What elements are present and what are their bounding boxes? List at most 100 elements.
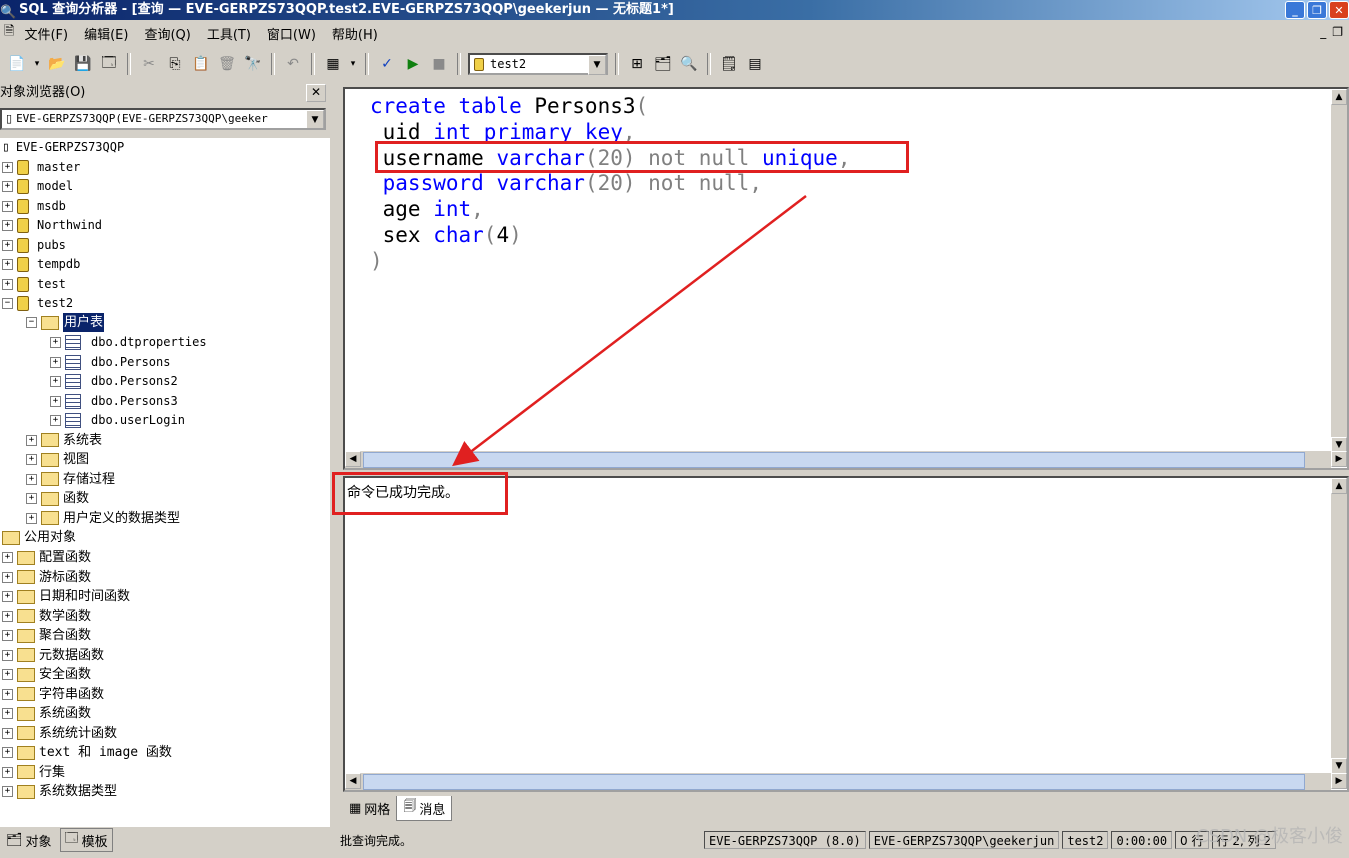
- scroll-down-icon[interactable]: ▼: [1331, 758, 1347, 774]
- object-browser-toggle-icon[interactable]: 🗂: [652, 53, 674, 75]
- menu-window[interactable]: 窗口(W): [259, 24, 324, 43]
- save-icon[interactable]: 💾: [72, 53, 94, 75]
- tree-common-folder-5[interactable]: + 元数据函数: [2, 646, 104, 665]
- undo-icon[interactable]: ↶: [282, 53, 304, 75]
- expand-icon[interactable]: +: [2, 727, 13, 739]
- scroll-up-icon[interactable]: ▲: [1331, 478, 1347, 494]
- collapse-icon[interactable]: −: [26, 317, 37, 328]
- insert-template-icon[interactable]: 🗔: [98, 53, 120, 75]
- menu-help[interactable]: 帮助(H): [324, 24, 386, 43]
- tree-common-folder-10[interactable]: + text 和 image 函数: [2, 743, 172, 762]
- code-line[interactable]: password varchar(20) not null,: [370, 171, 850, 197]
- clear-window-icon[interactable]: 🗑: [216, 53, 238, 75]
- show-results-pane-icon[interactable]: ▤: [744, 53, 766, 75]
- expand-icon[interactable]: +: [2, 747, 13, 758]
- expand-icon[interactable]: +: [2, 278, 13, 290]
- results-mode-icon[interactable]: ▦: [322, 53, 344, 75]
- tree-database-3[interactable]: + Northwind: [2, 216, 102, 235]
- expand-icon[interactable]: +: [2, 552, 13, 563]
- tree-table-4[interactable]: + dbo.userLogin: [50, 411, 185, 430]
- results-horizontal-scrollbar[interactable]: ◀ ▶: [345, 773, 1347, 790]
- cut-icon[interactable]: ✂: [138, 53, 160, 75]
- tree-common-folder-11[interactable]: + 行集: [2, 763, 65, 782]
- tab-grid[interactable]: ▦ 网格: [343, 796, 396, 820]
- tree-database-1[interactable]: + model: [2, 177, 73, 196]
- expand-icon[interactable]: +: [2, 786, 13, 797]
- expand-icon[interactable]: +: [26, 434, 37, 446]
- expand-icon[interactable]: +: [2, 649, 13, 661]
- tree-common-folder-2[interactable]: + 日期和时间函数: [2, 587, 130, 606]
- tab-objects[interactable]: 🗂 对象: [2, 831, 56, 850]
- expand-icon[interactable]: +: [2, 591, 13, 602]
- tree-common-folder-0[interactable]: + 配置函数: [2, 548, 91, 567]
- scroll-right-icon[interactable]: ▶: [1331, 773, 1347, 789]
- code-line[interactable]: ): [370, 249, 850, 275]
- tree-database-0[interactable]: + master: [2, 158, 80, 177]
- parse-query-icon[interactable]: ✓: [376, 53, 398, 75]
- expand-icon[interactable]: +: [2, 688, 13, 700]
- expand-icon[interactable]: +: [2, 669, 13, 680]
- minimize-button[interactable]: _: [1285, 1, 1305, 19]
- tree-database-2[interactable]: + msdb: [2, 197, 66, 216]
- tree-database-6[interactable]: + test: [2, 275, 66, 294]
- mdi-restore-button[interactable]: ❐: [1332, 25, 1343, 39]
- expand-icon[interactable]: +: [26, 493, 37, 504]
- tree-table-2[interactable]: + dbo.Persons2: [50, 372, 178, 391]
- dropdown-arrow-icon[interactable]: ▾: [348, 53, 358, 75]
- execute-query-icon[interactable]: ▶: [402, 53, 424, 75]
- scroll-left-icon[interactable]: ◀: [345, 773, 361, 789]
- menu-query[interactable]: 查询(Q): [136, 24, 198, 43]
- tree-common-folder-4[interactable]: + 聚合函数: [2, 626, 91, 645]
- menu-file[interactable]: 文件(F): [16, 24, 76, 43]
- scroll-up-icon[interactable]: ▲: [1331, 89, 1347, 105]
- database-select[interactable]: test2 ▼: [468, 53, 608, 75]
- expand-icon[interactable]: +: [2, 181, 13, 192]
- expand-icon[interactable]: +: [2, 259, 13, 270]
- expand-icon[interactable]: +: [50, 395, 61, 407]
- restore-button[interactable]: ❐: [1307, 1, 1327, 19]
- code-line[interactable]: sex char(4): [370, 223, 850, 249]
- tree-table-3[interactable]: + dbo.Persons3: [50, 392, 178, 411]
- editor-horizontal-scrollbar[interactable]: ◀ ▶: [345, 451, 1347, 468]
- tree-common-folder-9[interactable]: + 系统统计函数: [2, 724, 117, 743]
- expand-icon[interactable]: +: [2, 630, 13, 641]
- tree-folder-0[interactable]: + 系统表: [26, 431, 102, 450]
- tree-database-5[interactable]: + tempdb: [2, 255, 80, 274]
- object-tree[interactable]: ▯ EVE-GERPZS73QQP + master + model + msdb + Nort…: [0, 138, 330, 827]
- find-icon[interactable]: 🔭: [242, 53, 264, 75]
- copy-icon[interactable]: ⎘: [164, 53, 186, 75]
- expand-icon[interactable]: +: [50, 356, 61, 368]
- expand-icon[interactable]: +: [2, 220, 13, 231]
- chevron-down-icon[interactable]: ▼: [306, 110, 324, 128]
- expand-icon[interactable]: +: [2, 610, 13, 622]
- current-connection-properties-icon[interactable]: 🗒: [718, 53, 740, 75]
- code-line[interactable]: age int,: [370, 197, 850, 223]
- expand-icon[interactable]: +: [50, 337, 61, 348]
- expand-icon[interactable]: +: [2, 200, 13, 212]
- tree-common-folder-12[interactable]: + 系统数据类型: [2, 782, 117, 801]
- expand-icon[interactable]: +: [50, 376, 61, 387]
- close-icon[interactable]: ✕: [306, 84, 326, 102]
- server-select[interactable]: ▯ EVE-GERPZS73QQP(EVE-GERPZS73QQP\geeker …: [0, 108, 326, 130]
- new-query-icon[interactable]: 📄: [6, 53, 28, 75]
- tree-common-folder-3[interactable]: + 数学函数: [2, 607, 91, 626]
- tree-common-folder-1[interactable]: + 游标函数: [2, 568, 91, 587]
- expand-icon[interactable]: +: [2, 161, 13, 173]
- tab-templates[interactable]: 🗔 模板: [59, 828, 113, 852]
- tree-common-folder-7[interactable]: + 字符串函数: [2, 685, 104, 704]
- tree-common-folder-6[interactable]: + 安全函数: [2, 665, 91, 684]
- editor-vertical-scrollbar[interactable]: ▲ ▼: [1331, 89, 1347, 453]
- collapse-icon[interactable]: −: [2, 298, 13, 309]
- open-folder-icon[interactable]: 📂: [46, 53, 68, 75]
- scroll-thumb[interactable]: [363, 774, 1305, 790]
- paste-icon[interactable]: 📋: [190, 53, 212, 75]
- expand-icon[interactable]: +: [2, 571, 13, 583]
- object-search-icon[interactable]: 🔍: [678, 53, 700, 75]
- mdi-minimize-button[interactable]: _: [1320, 25, 1326, 39]
- close-button[interactable]: ✕: [1329, 1, 1349, 19]
- cancel-query-icon[interactable]: ■: [428, 53, 450, 75]
- expand-icon[interactable]: +: [26, 473, 37, 485]
- code-line[interactable]: create table Persons3(: [370, 94, 850, 120]
- tree-server-node[interactable]: ▯ EVE-GERPZS73QQP: [2, 138, 124, 157]
- results-vertical-scrollbar[interactable]: ▲ ▼: [1331, 478, 1347, 774]
